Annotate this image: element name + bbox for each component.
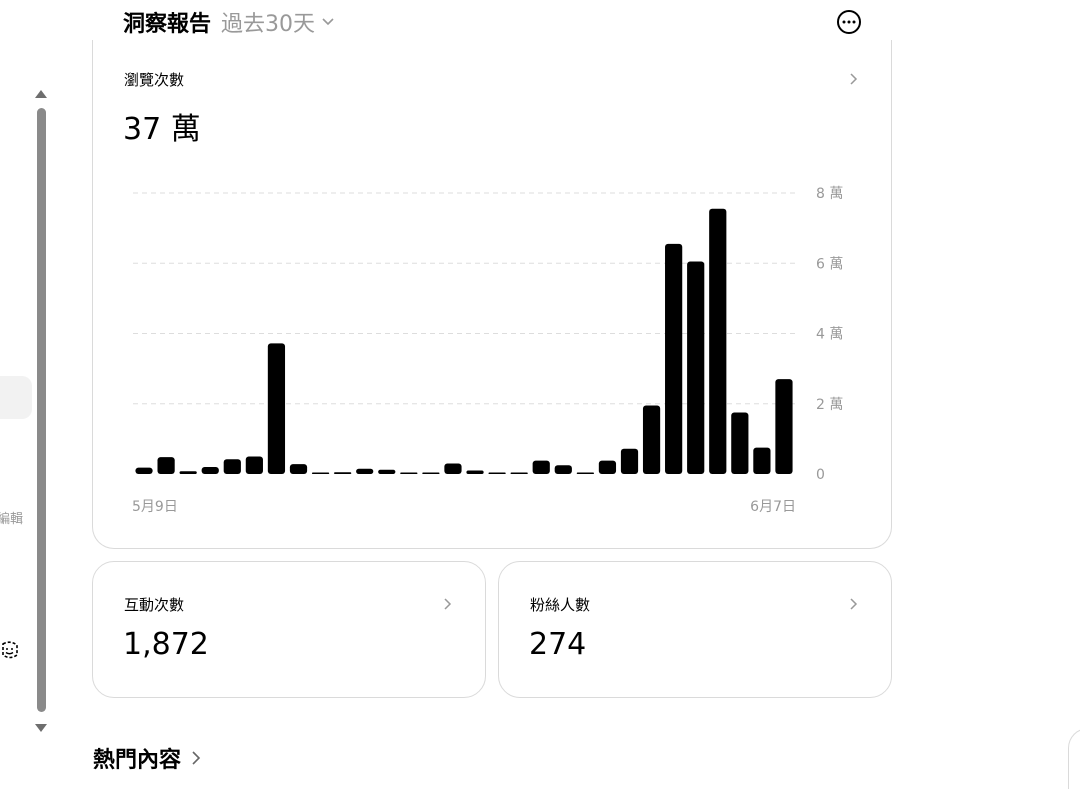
chevron-down-icon <box>322 18 334 26</box>
y-tick-label: 4 萬 <box>816 327 843 343</box>
views-bar-chart: 0 2 萬 4 萬 6 萬 8 萬 5月9日 6月7日 <box>132 186 843 515</box>
page-header: 洞察報告 過去30天 <box>123 4 335 40</box>
scroll-down-arrow[interactable] <box>35 724 47 732</box>
date-range-dropdown[interactable]: 過去30天 <box>221 6 335 38</box>
x-tick-label: 5月9日 <box>132 499 178 515</box>
chart-bar[interactable] <box>157 457 175 474</box>
y-tick-label: 2 萬 <box>816 397 843 413</box>
chart-bar[interactable] <box>135 467 153 474</box>
scrollbar-thumb[interactable] <box>37 108 46 712</box>
chevron-right-icon <box>192 751 201 765</box>
chart-bar[interactable] <box>466 470 484 474</box>
chart-bar[interactable] <box>687 261 705 474</box>
smiley-sticker-icon[interactable] <box>0 640 20 660</box>
top-content-title: 熱門內容 <box>93 748 182 773</box>
followers-value: 274 <box>529 627 587 662</box>
followers-label: 粉絲人數 <box>530 596 591 614</box>
views-value: 37 萬 <box>123 112 201 147</box>
chart-bar[interactable] <box>356 468 374 474</box>
chart-bar[interactable] <box>598 460 617 474</box>
sidebar-item-label: 編輯 <box>0 512 24 527</box>
chart-bar[interactable] <box>223 459 241 474</box>
y-tick-label: 0 <box>816 467 825 483</box>
chart-bar[interactable] <box>642 405 661 474</box>
chevron-right-icon[interactable] <box>849 597 859 611</box>
adjacent-panel-edge <box>1068 728 1080 789</box>
chart-bar[interactable] <box>775 379 793 474</box>
chevron-right-icon[interactable] <box>443 597 453 611</box>
chart-bar[interactable] <box>532 460 550 474</box>
chart-bar[interactable] <box>422 472 440 475</box>
scroll-up-arrow[interactable] <box>35 90 47 98</box>
chart-bar[interactable] <box>554 465 572 474</box>
views-label: 瀏覽次數 <box>124 71 185 89</box>
x-tick-label: 6月7日 <box>750 499 796 515</box>
chart-bar[interactable] <box>289 464 308 474</box>
date-range-label: 過去30天 <box>221 12 316 37</box>
more-options-button[interactable] <box>836 9 862 35</box>
sidebar-edge: 編輯 <box>0 0 34 778</box>
chart-bar[interactable] <box>201 466 219 474</box>
chart-bar[interactable] <box>576 472 594 475</box>
y-tick-label: 6 萬 <box>816 256 843 272</box>
chart-bar[interactable] <box>709 208 727 474</box>
chevron-right-icon[interactable] <box>849 72 859 86</box>
interactions-card[interactable]: 互動次數 1,872 <box>92 561 486 698</box>
chart-bar[interactable] <box>400 472 418 475</box>
chart-bar[interactable] <box>311 472 330 475</box>
y-tick-label: 8 萬 <box>816 186 843 202</box>
sidebar-active-item[interactable] <box>0 376 32 419</box>
interactions-label: 互動次數 <box>124 596 185 614</box>
chart-bar[interactable] <box>488 472 506 475</box>
chart-bar[interactable] <box>267 343 286 474</box>
chart-bar[interactable] <box>378 469 396 474</box>
chart-bar[interactable] <box>510 472 528 475</box>
chart-bar[interactable] <box>665 243 683 474</box>
chart-bar[interactable] <box>245 456 263 474</box>
chart-bar[interactable] <box>753 447 771 474</box>
chart-bar[interactable] <box>179 471 197 474</box>
followers-card[interactable]: 粉絲人數 274 <box>498 561 892 698</box>
chart-bar[interactable] <box>334 472 352 474</box>
top-content-link[interactable]: 熱門內容 <box>93 742 201 774</box>
interactions-value: 1,872 <box>123 627 209 662</box>
chart-bar[interactable] <box>444 463 462 474</box>
chart-bar[interactable] <box>620 448 639 474</box>
chart-bar[interactable] <box>731 412 749 474</box>
page-title: 洞察報告 <box>123 12 212 37</box>
